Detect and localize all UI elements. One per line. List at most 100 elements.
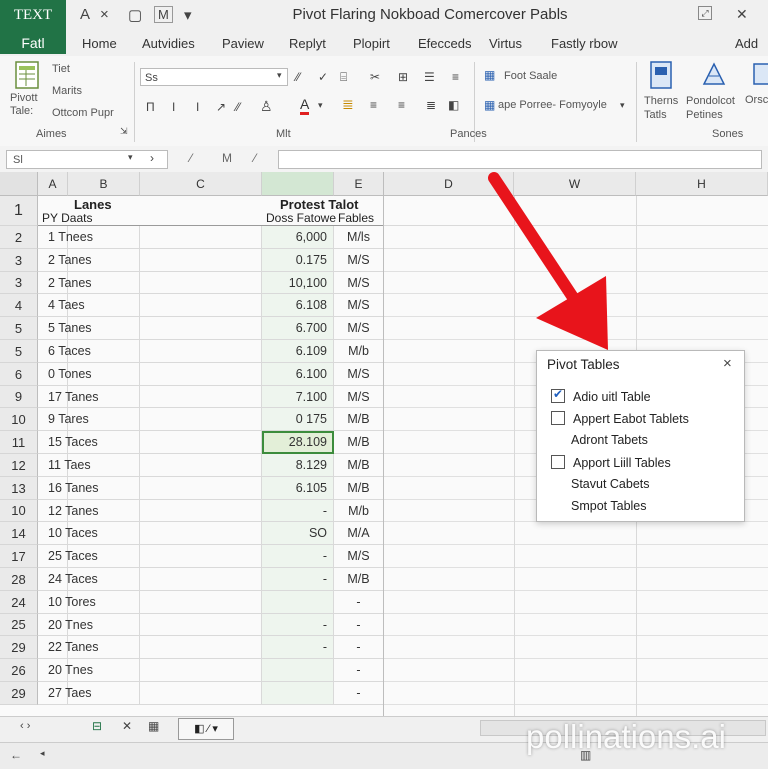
qat-m-icon[interactable]: M [154, 6, 173, 23]
wrap-icon[interactable]: ◧ [448, 98, 459, 112]
cell-value[interactable]: - [262, 545, 334, 568]
border-style-icon[interactable]: ↗ [216, 100, 226, 114]
close-window-icon[interactable]: ✕ [736, 6, 748, 23]
tab-file[interactable]: Fatl [0, 32, 66, 54]
cell-value[interactable]: 6,000 [262, 226, 334, 249]
row-header[interactable]: 4 [0, 294, 38, 317]
align-icon[interactable]: ☰ [424, 70, 435, 84]
cell-value[interactable]: 6.105 [262, 477, 334, 500]
cell-unit[interactable]: - [334, 636, 384, 659]
cancel-formula-icon[interactable]: ⁄ [190, 151, 192, 165]
cell[interactable] [140, 363, 262, 386]
scissors-icon[interactable]: ✂ [370, 70, 380, 84]
cell-label[interactable]: 0 Tones [38, 363, 140, 386]
strike-icon[interactable]: ⁄⁄ [236, 100, 240, 114]
cell-unit[interactable]: M/B [334, 431, 384, 454]
sheet-grid-icon[interactable]: ▦ [148, 719, 159, 733]
row-header[interactable]: 12 [0, 454, 38, 477]
row-header[interactable]: 10 [0, 408, 38, 431]
cell-label[interactable]: 20 Tnes [38, 614, 140, 636]
font-color-icon[interactable]: A [300, 96, 310, 115]
row-header[interactable]: 13 [0, 477, 38, 500]
cell[interactable] [140, 682, 262, 705]
qat-box-icon[interactable]: ▢ [128, 6, 142, 24]
cell-unit[interactable]: M/b [334, 500, 384, 522]
cell-unit[interactable]: M/S [334, 272, 384, 294]
cell-unit[interactable]: - [334, 659, 384, 682]
cell[interactable] [140, 408, 262, 431]
pondolcot-icon[interactable] [700, 60, 728, 88]
ribbon-marits[interactable]: Marits [52, 85, 82, 97]
row-header[interactable]: 9 [0, 386, 38, 408]
cell[interactable] [140, 659, 262, 682]
cell-value[interactable]: SO [262, 522, 334, 545]
cell-label[interactable]: 10 Taces [38, 522, 140, 545]
empty-row-cells[interactable] [384, 545, 768, 568]
tab-paview[interactable]: Paview [222, 36, 264, 51]
cell-unit[interactable]: M/S [334, 386, 384, 408]
cell-value[interactable]: - [262, 614, 334, 636]
cell[interactable] [140, 500, 262, 522]
cell-label[interactable]: 25 Taces [38, 545, 140, 568]
qat-a-icon[interactable]: A [80, 6, 90, 23]
cell-value[interactable]: 8.129 [262, 454, 334, 477]
tab-replyt[interactable]: Replyt [289, 36, 326, 51]
cell-value[interactable]: - [262, 500, 334, 522]
cell-unit[interactable]: M/S [334, 294, 384, 317]
row-header[interactable]: 29 [0, 682, 38, 705]
check-icon[interactable]: ✓ [318, 70, 328, 84]
row-header[interactable]: 24 [0, 591, 38, 614]
cell-label[interactable]: 12 Tanes [38, 500, 140, 522]
ape-porree-label[interactable]: ape Porree- Fomyoyle [498, 99, 607, 111]
row-header[interactable]: 25 [0, 614, 38, 636]
cell-label[interactable]: 27 Taes [38, 682, 140, 705]
cell[interactable] [140, 477, 262, 500]
sheet-nav-icon[interactable]: ‹ › [20, 720, 30, 732]
cell-value[interactable]: - [262, 568, 334, 591]
cell[interactable] [140, 614, 262, 636]
cell[interactable] [140, 317, 262, 340]
foot-sale-icon[interactable]: ▦ [484, 68, 495, 82]
popup-option[interactable]: Adront Tabets [571, 433, 648, 447]
bold-icon[interactable]: Π [146, 100, 155, 114]
tab-autvidies[interactable]: Autvidies [142, 36, 195, 51]
column-header-h[interactable]: H [636, 172, 768, 196]
sheet-icon[interactable]: ⊟ [92, 719, 102, 733]
cell-label[interactable]: 11 Taes [38, 454, 140, 477]
namebox-dropdown-icon[interactable]: ▾ [128, 152, 133, 163]
row-header[interactable]: 3 [0, 249, 38, 272]
porree-icon[interactable]: ▦ [484, 98, 495, 112]
cell[interactable] [140, 636, 262, 659]
cell-label[interactable]: 5 Tanes [38, 317, 140, 340]
column-header-c[interactable]: C [140, 172, 262, 196]
popup-option[interactable]: Stavut Cabets [571, 477, 650, 491]
column-header-a[interactable]: A [38, 172, 68, 196]
fill-color-icon[interactable]: ♙ [260, 98, 273, 115]
row-header[interactable]: 3 [0, 272, 38, 294]
tab-fastly[interactable]: Fastly rbow [551, 36, 617, 51]
cell-unit[interactable]: M/b [334, 340, 384, 363]
column-header-selected[interactable] [262, 172, 334, 196]
row-header[interactable]: 2 [0, 226, 38, 249]
cell-unit[interactable]: M/B [334, 477, 384, 500]
cell-value[interactable]: 7.100 [262, 386, 334, 408]
cell[interactable] [140, 545, 262, 568]
row-header[interactable]: 26 [0, 659, 38, 682]
insert-function-icon[interactable]: ⁄ [254, 151, 256, 165]
align-center-icon[interactable]: ≡ [370, 98, 377, 112]
popup-option[interactable]: Smpot Tables [571, 499, 647, 513]
foot-sale-label[interactable]: Foot Saale [504, 70, 557, 82]
empty-row-cells[interactable] [384, 636, 768, 659]
sheet-close-icon[interactable]: ✕ [122, 719, 132, 733]
cell-unit[interactable]: M/A [334, 522, 384, 545]
cell-unit[interactable]: M/B [334, 454, 384, 477]
cell-unit[interactable]: M/S [334, 363, 384, 386]
name-box[interactable]: Sl [6, 150, 168, 169]
empty-row-cells[interactable] [384, 682, 768, 705]
cell-label[interactable]: 9 Tares [38, 408, 140, 431]
ribbon-ottcom[interactable]: Ottcom Pupr [52, 107, 114, 119]
column-header-b[interactable]: B [68, 172, 140, 196]
cell-label[interactable]: 22 Tanes [38, 636, 140, 659]
cell-value[interactable]: 0 175 [262, 408, 334, 431]
cell[interactable] [140, 386, 262, 408]
